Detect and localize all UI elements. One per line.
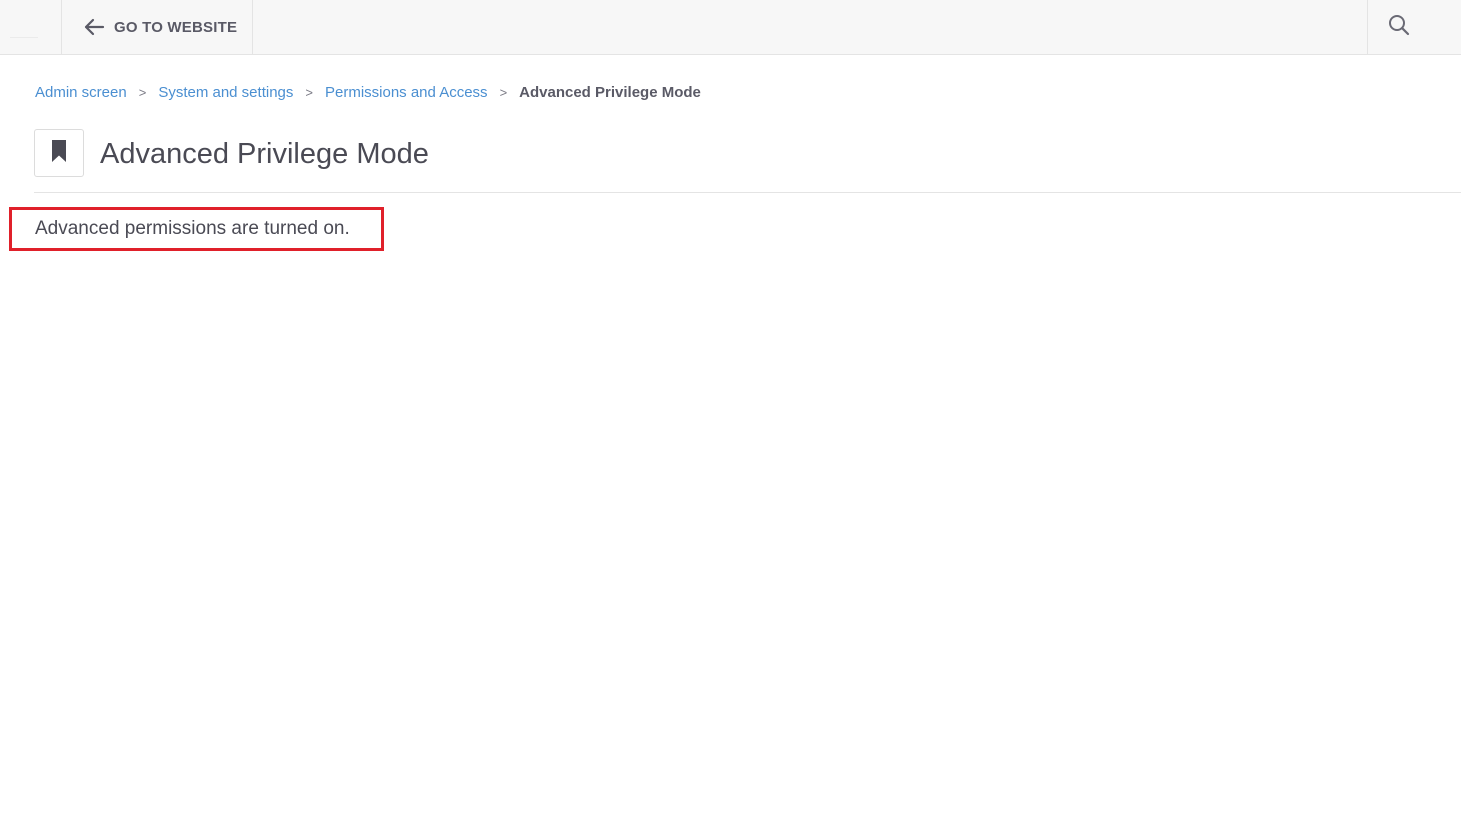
status-message-box: Advanced permissions are turned on. — [9, 207, 384, 251]
page-icon-box — [34, 129, 84, 177]
search-button[interactable] — [1367, 0, 1461, 54]
top-bar: GO TO WEBSITE — [0, 0, 1461, 55]
breadcrumb: Admin screen > System and settings > Per… — [35, 80, 701, 104]
menu-slot — [0, 0, 62, 54]
breadcrumb-separator: > — [138, 84, 147, 100]
breadcrumb-separator: > — [305, 84, 313, 100]
breadcrumb-current: Advanced Privilege Mode — [519, 83, 701, 101]
breadcrumb-link-system-and-settings[interactable]: System and settings — [158, 84, 293, 101]
status-message: Advanced permissions are turned on. — [35, 218, 350, 239]
search-icon — [1388, 14, 1410, 40]
arrow-left-icon — [82, 15, 106, 39]
breadcrumb-link-admin-screen[interactable]: Admin screen — [35, 84, 127, 101]
page-title: Advanced Privilege Mode — [100, 138, 429, 170]
breadcrumb-link-permissions-and-access[interactable]: Permissions and Access — [325, 84, 488, 101]
breadcrumb-separator: > — [499, 84, 508, 100]
go-to-website-label: GO TO WEBSITE — [114, 18, 238, 36]
bookmark-icon — [51, 139, 67, 167]
go-to-website-button[interactable]: GO TO WEBSITE — [62, 0, 253, 54]
divider — [10, 37, 38, 38]
page-header: Advanced Privilege Mode — [34, 129, 1461, 193]
